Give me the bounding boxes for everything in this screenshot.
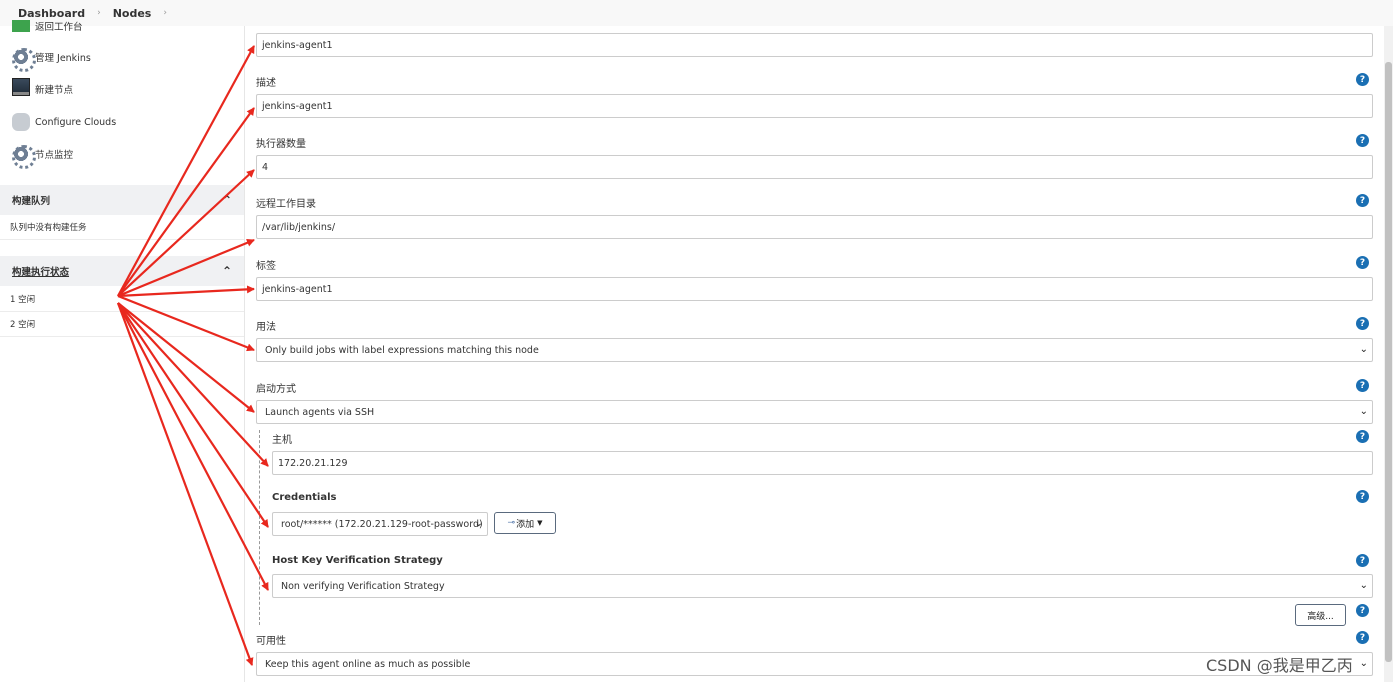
launch-select[interactable]: Launch agents via SSH ⌄ (256, 400, 1373, 424)
chevron-right-icon: › (97, 8, 101, 18)
computer-icon (12, 78, 30, 96)
breadcrumb-dashboard[interactable]: Dashboard (18, 7, 85, 20)
credentials-label: Credentials (272, 492, 337, 503)
credentials-select-value: root/****** (172.20.21.129-root-password… (281, 518, 483, 530)
host-key-label: Host Key Verification Strategy (272, 555, 443, 566)
description-label: 描述 (256, 78, 276, 89)
launch-label: 启动方式 (256, 384, 296, 395)
sidebar-item-manage-jenkins[interactable]: 管理 Jenkins (12, 48, 91, 72)
help-icon[interactable]: ? (1356, 554, 1369, 567)
help-icon[interactable]: ? (1356, 194, 1369, 207)
help-icon[interactable]: ? (1356, 379, 1369, 392)
credentials-select[interactable]: root/****** (172.20.21.129-root-password… (272, 512, 488, 536)
executors-input[interactable]: 4 (256, 155, 1373, 179)
chevron-up-icon[interactable]: ⌃ (222, 193, 232, 207)
gear-icon (12, 145, 36, 169)
chevron-down-icon: ⌄ (1359, 406, 1368, 417)
usage-label: 用法 (256, 322, 276, 333)
add-credentials-label: 添加 (516, 519, 535, 530)
sidebar-item-label: 管理 Jenkins (35, 53, 91, 64)
remote-dir-input[interactable]: /var/lib/jenkins/ (256, 215, 1373, 239)
availability-label: 可用性 (256, 636, 286, 647)
executors-label: 执行器数量 (256, 139, 306, 150)
sidebar-item-node-monitor[interactable]: 节点监控 (12, 145, 74, 169)
key-icon: ⊸ (507, 518, 516, 528)
green-square-icon (12, 20, 30, 32)
labels-input[interactable]: jenkins-agent1 (256, 277, 1373, 301)
scrollbar-thumb[interactable] (1385, 62, 1392, 662)
sidebar-item-new-node[interactable]: 新建节点 (12, 78, 74, 96)
cloud-icon (12, 113, 30, 131)
page-scrollbar[interactable] (1384, 26, 1393, 682)
chevron-down-icon: ⌄ (474, 518, 483, 529)
caret-down-icon: ▼ (537, 519, 543, 527)
help-icon[interactable]: ? (1356, 490, 1369, 503)
node-name-input[interactable]: jenkins-agent1 (256, 33, 1373, 57)
help-icon[interactable]: ? (1356, 430, 1369, 443)
build-queue-header[interactable]: 构建队列 ⌃ (0, 185, 244, 215)
chevron-down-icon: ⌄ (1359, 344, 1368, 355)
gear-icon (12, 48, 36, 72)
executor-status-header[interactable]: 构建执行状态 ⌃ (0, 256, 244, 286)
usage-select[interactable]: Only build jobs with label expressions m… (256, 338, 1373, 362)
chevron-down-icon: ⌄ (1359, 580, 1368, 591)
executor-status-title[interactable]: 构建执行状态 (12, 264, 69, 278)
executor-row: 2 空闲 (0, 312, 244, 337)
add-credentials-button[interactable]: ⊸ 添加 ▼ (494, 512, 556, 534)
executor-row: 1 空闲 (0, 287, 244, 312)
host-label: 主机 (272, 435, 292, 446)
help-icon[interactable]: ? (1356, 604, 1369, 617)
help-icon[interactable]: ? (1356, 317, 1369, 330)
sidebar-item-configure-clouds[interactable]: Configure Clouds (12, 113, 116, 131)
sidebar-item-label: 节点监控 (35, 150, 74, 161)
host-key-select-value: Non verifying Verification Strategy (281, 580, 445, 592)
sidebar-item-label: 返回工作台 (35, 22, 83, 32)
host-input[interactable]: 172.20.21.129 (272, 451, 1373, 475)
sidebar: 返回工作台 管理 Jenkins 新建节点 Configure Clouds 节… (0, 20, 245, 682)
chevron-right-icon: › (163, 8, 167, 18)
usage-select-value: Only build jobs with label expressions m… (265, 344, 539, 356)
build-queue-empty: 队列中没有构建任务 (0, 215, 244, 240)
build-queue-title: 构建队列 (12, 196, 51, 207)
remote-dir-label: 远程工作目录 (256, 199, 316, 210)
breadcrumb-nodes[interactable]: Nodes (113, 7, 152, 20)
sidebar-item-label: Configure Clouds (35, 116, 117, 128)
help-icon[interactable]: ? (1356, 631, 1369, 644)
chevron-down-icon: ⌄ (1359, 658, 1368, 669)
help-icon[interactable]: ? (1356, 256, 1369, 269)
launch-select-value: Launch agents via SSH (265, 406, 375, 418)
availability-select-value: Keep this agent online as much as possib… (265, 658, 471, 670)
nested-section-divider (259, 430, 260, 625)
sidebar-item-back[interactable]: 返回工作台 (12, 20, 83, 32)
labels-label: 标签 (256, 261, 276, 272)
sidebar-item-label: 新建节点 (35, 84, 74, 96)
watermark: CSDN @我是甲乙丙 (1206, 656, 1353, 675)
help-icon[interactable]: ? (1356, 73, 1369, 86)
chevron-up-icon[interactable]: ⌃ (222, 264, 232, 278)
host-key-select[interactable]: Non verifying Verification Strategy ⌄ (272, 574, 1373, 598)
description-input[interactable]: jenkins-agent1 (256, 94, 1373, 118)
help-icon[interactable]: ? (1356, 134, 1369, 147)
breadcrumb: Dashboard › Nodes › (0, 0, 1393, 26)
advanced-button[interactable]: 高级... (1295, 604, 1346, 626)
